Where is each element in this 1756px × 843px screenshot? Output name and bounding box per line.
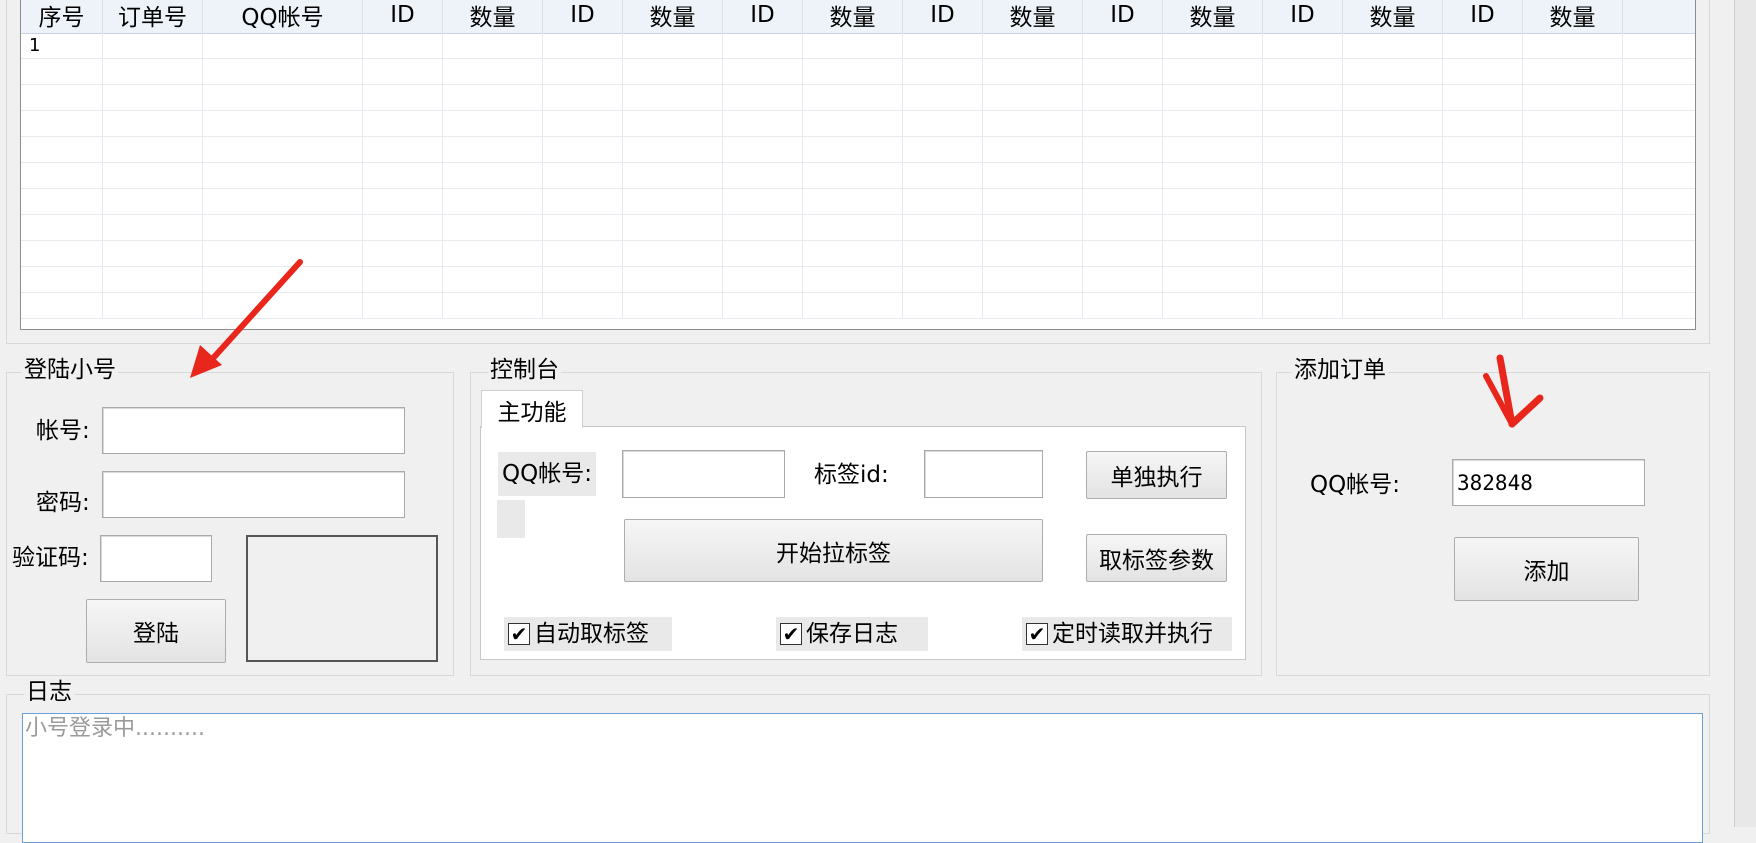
annotation-arrows — [190, 259, 1544, 428]
annotation-arrow-login-icon — [190, 259, 303, 378]
annotation-arrow-addorder-icon — [1483, 354, 1544, 428]
